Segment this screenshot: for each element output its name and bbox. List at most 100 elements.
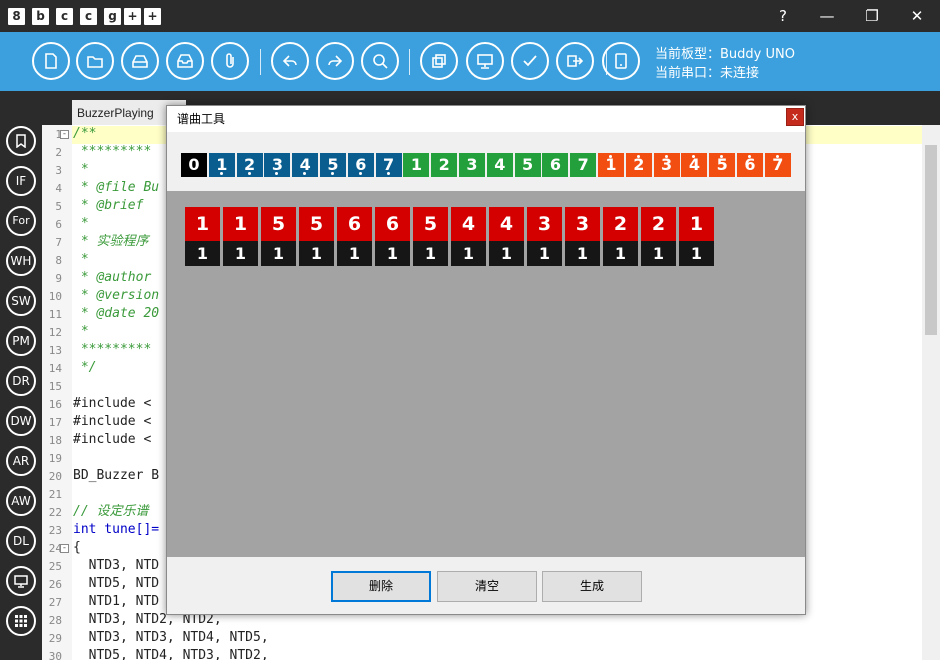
copy-icon [432,54,446,68]
sidebar-item-digitalwrite[interactable]: DW [6,406,36,436]
app-logo-icon: 8 [8,8,25,25]
palette-note-key[interactable]: 7 [375,153,402,177]
toolbar: 当前板型：Buddy UNO 当前串口：未连接 [0,32,940,91]
score-note[interactable]: 31 [527,207,562,266]
copy-button[interactable] [420,42,458,80]
palette-note-key[interactable]: 2 [236,153,263,177]
search-button[interactable] [361,42,399,80]
dialog-close-button[interactable]: x [786,108,804,126]
note-palette: 0123456712345671234567 [167,132,805,191]
score-note[interactable]: 61 [375,207,410,266]
palette-note-key[interactable]: 4 [292,153,319,177]
minimize-button[interactable]: — [804,0,850,32]
generate-button[interactable]: 生成 [542,571,642,602]
clear-button[interactable]: 清空 [437,571,537,602]
sidebar-item-bookmark[interactable] [6,126,36,156]
save-as-button[interactable] [166,42,204,80]
note-duration: 1 [603,241,638,266]
palette-note-key[interactable]: 6 [347,153,374,177]
search-icon [373,54,388,69]
sidebar-item-switch[interactable]: SW [6,286,36,316]
palette-note-label: 3 [466,155,478,174]
score-note[interactable]: 21 [641,207,676,266]
palette-note-key[interactable]: 6 [737,153,763,177]
note-pitch: 4 [489,207,524,241]
redo-button[interactable] [316,42,354,80]
code-line: BD_Buzzer B [73,468,160,483]
paperclip-icon [226,53,234,68]
sidebar-item-while[interactable]: WH [6,246,36,276]
file-icon [45,53,57,69]
fold-toggle-icon[interactable]: - [60,544,69,553]
sidebar-item-analogread[interactable]: AR [6,446,36,476]
note-duration: 1 [527,241,562,266]
palette-note-label: 0 [188,155,200,174]
code-line: * [73,324,89,339]
palette-note-key[interactable]: 3 [653,153,680,177]
code-line: /** [73,126,97,141]
palette-note-key[interactable]: 4 [681,153,708,177]
sidebar-item-pinmode[interactable]: PM [6,326,36,356]
upload-icon [567,55,584,67]
note-duration: 1 [451,241,486,266]
score-note[interactable]: 31 [565,207,600,266]
score-note[interactable]: 61 [337,207,372,266]
score-note[interactable]: 41 [451,207,486,266]
help-button[interactable]: ? [760,0,806,32]
palette-note-key[interactable]: 5 [709,153,736,177]
board-button[interactable] [602,42,640,80]
close-button[interactable]: ✕ [894,0,940,32]
upload-button[interactable] [556,42,594,80]
score-note[interactable]: 41 [489,207,524,266]
sidebar-item-grid[interactable] [6,606,36,636]
fold-toggle-icon[interactable]: - [60,130,69,139]
restore-button[interactable]: ❐ [849,0,895,32]
tablet-icon [615,53,627,69]
new-file-button[interactable] [32,42,70,80]
sidebar-item-for[interactable]: For [6,206,36,236]
sidebar-item-analogwrite[interactable]: AW [6,486,36,516]
attach-button[interactable] [211,42,249,80]
score-area[interactable]: 1111515161615141413131212111 [167,191,805,557]
score-note[interactable]: 21 [603,207,638,266]
palette-note-key[interactable]: 7 [764,153,791,177]
palette-note-key[interactable]: 2 [431,153,458,177]
line-number: 26 [48,578,62,591]
palette-note-key[interactable]: 7 [570,153,597,177]
code-line: * @date 20 [73,306,160,321]
palette-note-key[interactable]: 2 [625,153,652,177]
palette-note-key[interactable]: 4 [486,153,513,177]
palette-note-key[interactable]: 3 [459,153,485,177]
score-note[interactable]: 11 [223,207,258,266]
line-number: 16 [48,398,62,411]
palette-note-key[interactable]: 1 [598,153,624,177]
palette-note-key[interactable]: 1 [208,153,235,177]
open-file-button[interactable] [76,42,114,80]
sidebar-item-digitalread[interactable]: DR [6,366,36,396]
score-note[interactable]: 51 [413,207,448,266]
serial-monitor-button[interactable] [466,42,504,80]
palette-note-key[interactable]: 0 [181,153,207,177]
palette-note-key[interactable]: 5 [320,153,346,177]
undo-button[interactable] [271,42,309,80]
palette-note-key[interactable]: 1 [403,153,430,177]
scrollbar-thumb[interactable] [925,145,937,335]
palette-note-key[interactable]: 6 [542,153,569,177]
sidebar-item-if[interactable]: IF [6,166,36,196]
editor-scrollbar[interactable] [922,125,940,660]
sidebar-item-delay[interactable]: DL [6,526,36,556]
palette-note-key[interactable]: 3 [264,153,291,177]
verify-button[interactable] [511,42,549,80]
palette-note-key[interactable]: 5 [514,153,541,177]
sidebar-item-monitor[interactable] [6,566,36,596]
score-note[interactable]: 51 [261,207,296,266]
note-duration: 1 [375,241,410,266]
line-number: 3 [55,164,62,177]
score-note[interactable]: 11 [679,207,714,266]
composer-dialog: 谱曲工具 x 0123456712345671234567 1111515161… [166,105,806,615]
score-note[interactable]: 51 [299,207,334,266]
line-number: 9 [55,272,62,285]
delete-button[interactable]: 删除 [331,571,431,602]
score-note[interactable]: 11 [185,207,220,266]
save-button[interactable] [121,42,159,80]
